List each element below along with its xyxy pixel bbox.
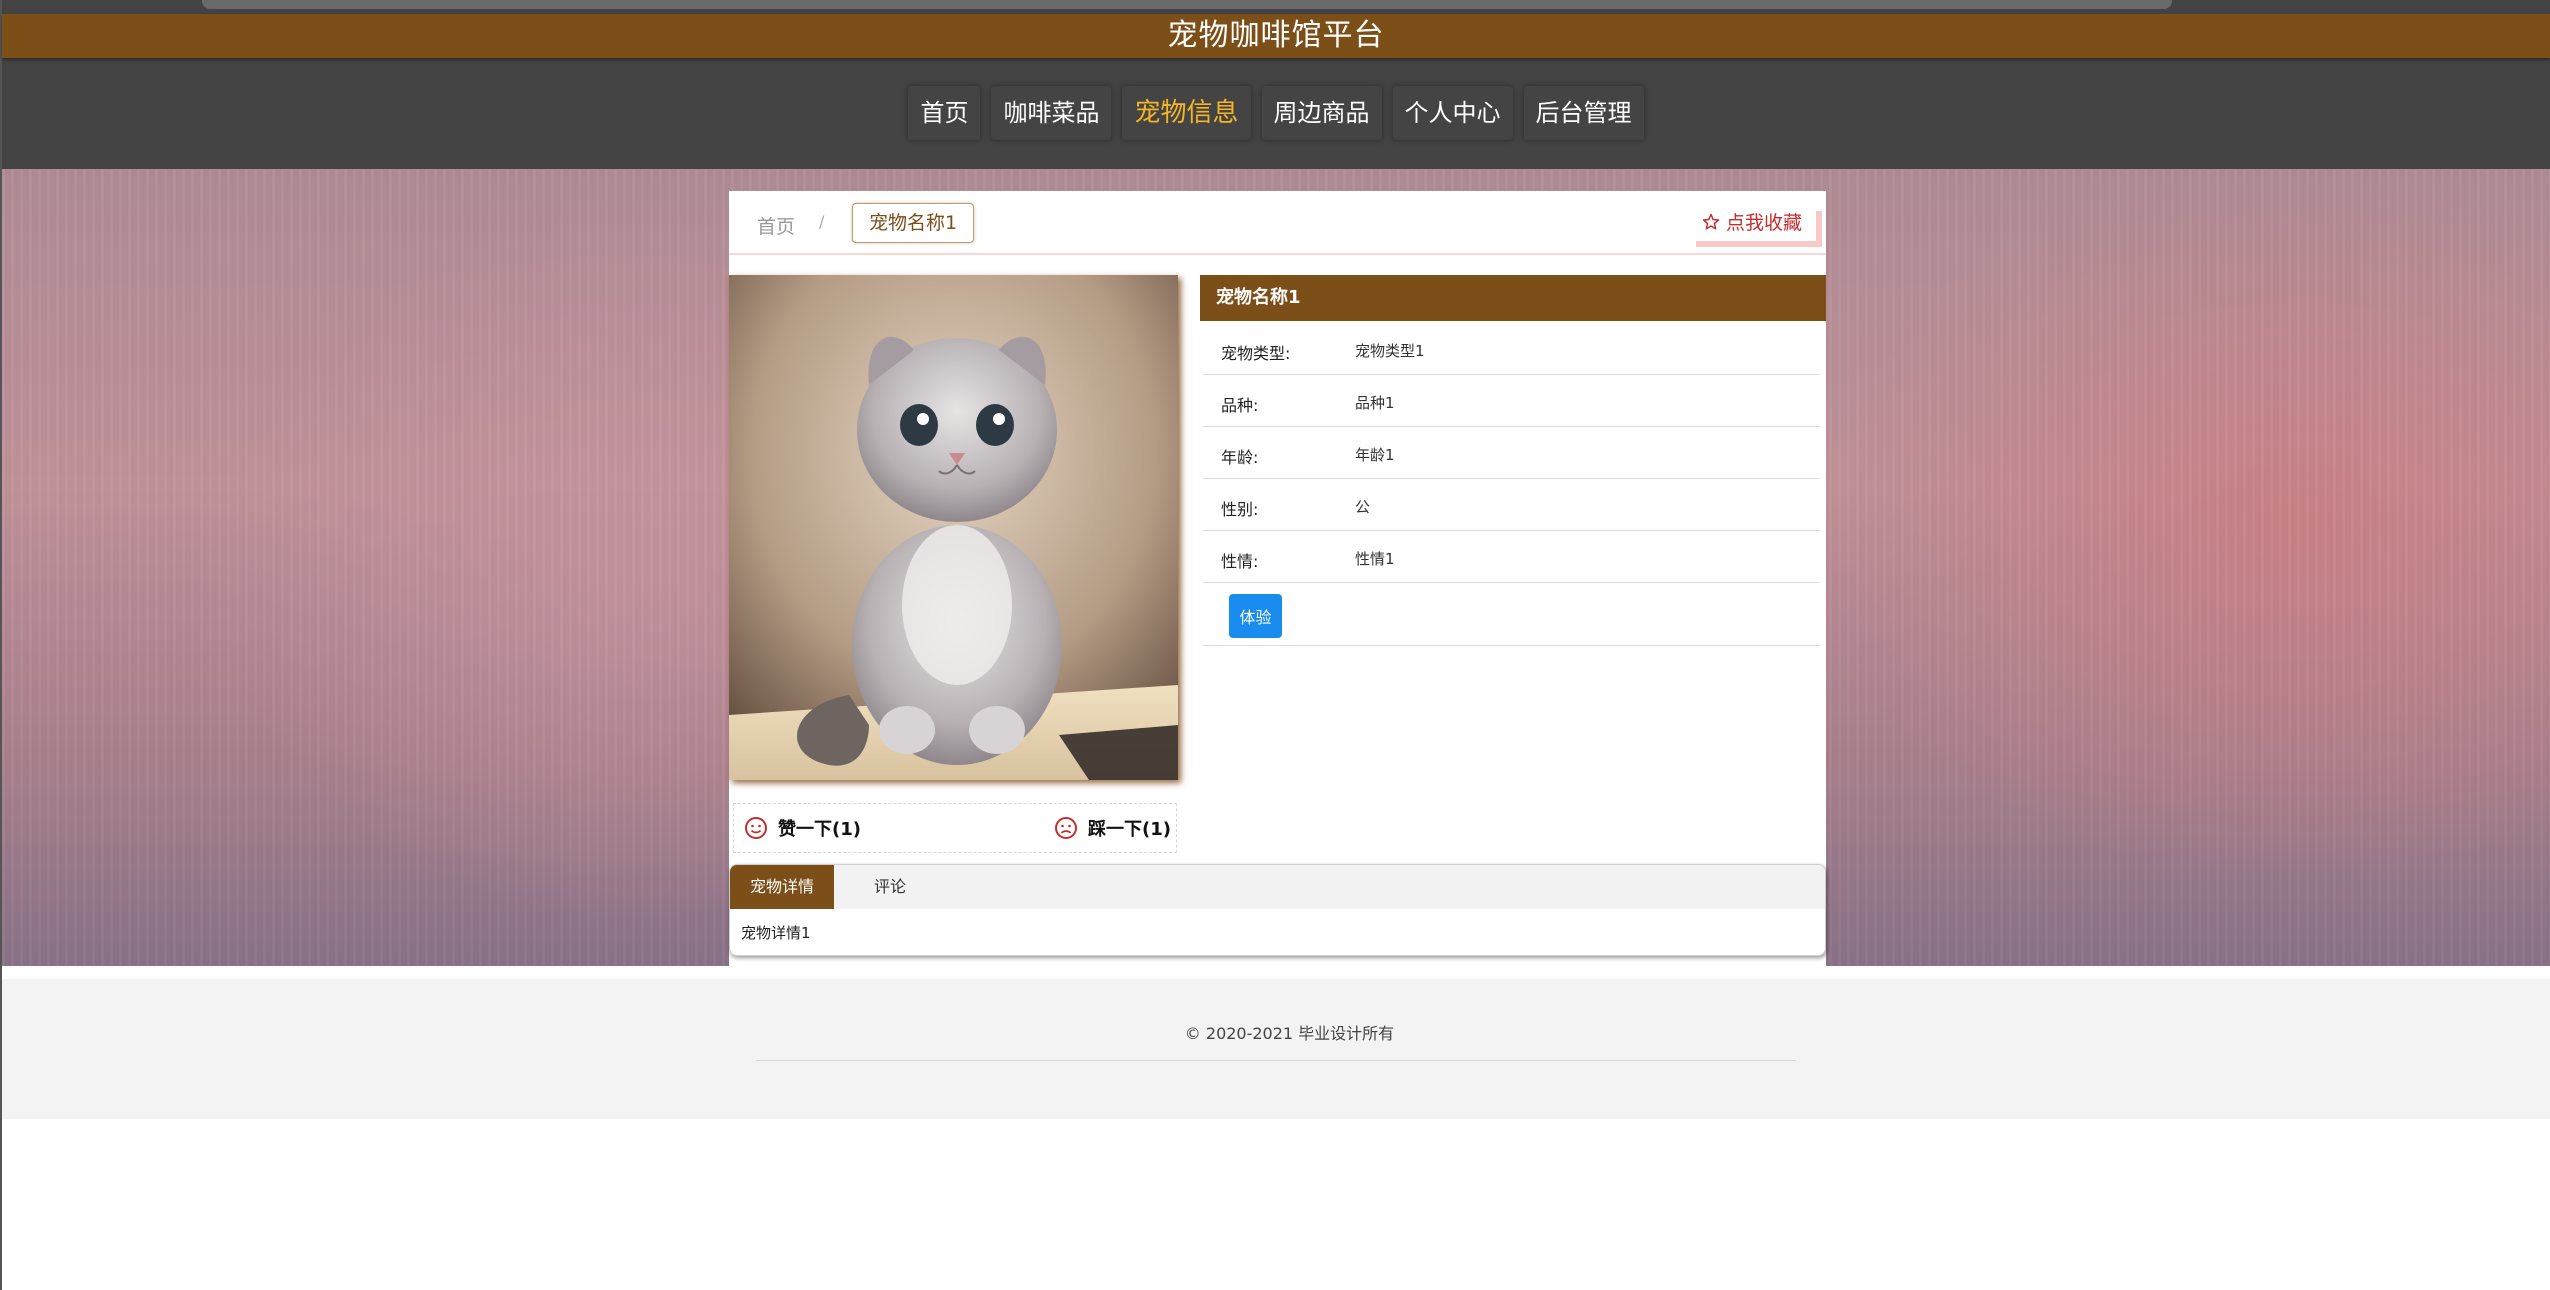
main-nav: 首页 咖啡菜品 宠物信息 周边商品 个人中心 后台管理 (2, 86, 2550, 140)
dislike-button[interactable]: 踩一下(1) (1054, 804, 1171, 852)
site-title: 宠物咖啡馆平台 (1167, 18, 1385, 53)
like-button[interactable]: 赞一下(1) (744, 804, 861, 852)
info-row-breed: 品种: 品种1 (1203, 375, 1820, 427)
info-value: 性情1 (1355, 550, 1395, 568)
info-value: 年龄1 (1355, 446, 1395, 464)
frown-icon (1055, 817, 1077, 839)
nav-item-coffee-menu[interactable]: 咖啡菜品 (991, 86, 1112, 140)
info-row-gender: 性别: 公 (1203, 479, 1820, 531)
favorite-button[interactable]: 点我收藏 (1689, 205, 1816, 241)
title-bar: 宠物咖啡馆平台 (2, 14, 2550, 58)
info-label: 品种: (1221, 396, 1259, 415)
tab-header: 宠物详情 评论 (730, 865, 1825, 909)
tab-pet-details[interactable]: 宠物详情 (730, 865, 834, 909)
info-value: 公 (1355, 498, 1371, 516)
star-outline-icon (1702, 213, 1720, 230)
info-label: 年龄: (1221, 448, 1259, 467)
top-scroll-strip (202, 0, 2172, 9)
breadcrumb-home-link[interactable]: 首页 (757, 212, 795, 239)
smile-icon (745, 817, 767, 839)
copyright-text: © 2020-2021 毕业设计所有 (1184, 1024, 1395, 1043)
action-row: 体验 (1203, 584, 1820, 646)
pet-photo (729, 275, 1178, 780)
dislike-label: 踩一下(1) (1088, 819, 1171, 840)
nav-item-pet-info[interactable]: 宠物信息 (1122, 86, 1251, 140)
vote-box: 赞一下(1) 踩一下(1) (733, 803, 1177, 853)
footer-divider (756, 1060, 1796, 1061)
favorite-label: 点我收藏 (1725, 212, 1802, 234)
info-value: 宠物类型1 (1355, 342, 1425, 360)
info-label: 宠物类型: (1221, 344, 1291, 363)
info-row-pet-type: 宠物类型: 宠物类型1 (1203, 323, 1820, 375)
like-label: 赞一下(1) (778, 819, 861, 840)
nav-item-admin[interactable]: 后台管理 (1523, 86, 1644, 140)
nav-item-personal-center[interactable]: 个人中心 (1392, 86, 1513, 140)
info-label: 性情: (1221, 552, 1259, 571)
breadcrumb: 首页 / 宠物名称1 点我收藏 (729, 191, 1826, 255)
top-header: 宠物咖啡馆平台 首页 咖啡菜品 宠物信息 周边商品 个人中心 后台管理 (2, 0, 2550, 169)
pet-name-header: 宠物名称1 (1200, 275, 1826, 321)
footer: © 2020-2021 毕业设计所有 (2, 979, 2550, 1119)
experience-button[interactable]: 体验 (1229, 594, 1282, 638)
breadcrumb-separator: / (819, 212, 825, 231)
info-row-temperament: 性情: 性情1 (1203, 531, 1820, 583)
detail-tabs: 宠物详情 评论 宠物详情1 (729, 864, 1826, 956)
tab-content: 宠物详情1 (741, 924, 811, 942)
kitten-image (729, 275, 1178, 780)
info-value: 品种1 (1355, 394, 1395, 412)
info-row-age: 年龄: 年龄1 (1203, 427, 1820, 479)
breadcrumb-current: 宠物名称1 (852, 203, 975, 243)
info-label: 性别: (1221, 500, 1259, 519)
nav-item-merchandise[interactable]: 周边商品 (1261, 86, 1382, 140)
nav-item-home[interactable]: 首页 (908, 86, 981, 140)
tab-comments[interactable]: 评论 (854, 865, 926, 909)
